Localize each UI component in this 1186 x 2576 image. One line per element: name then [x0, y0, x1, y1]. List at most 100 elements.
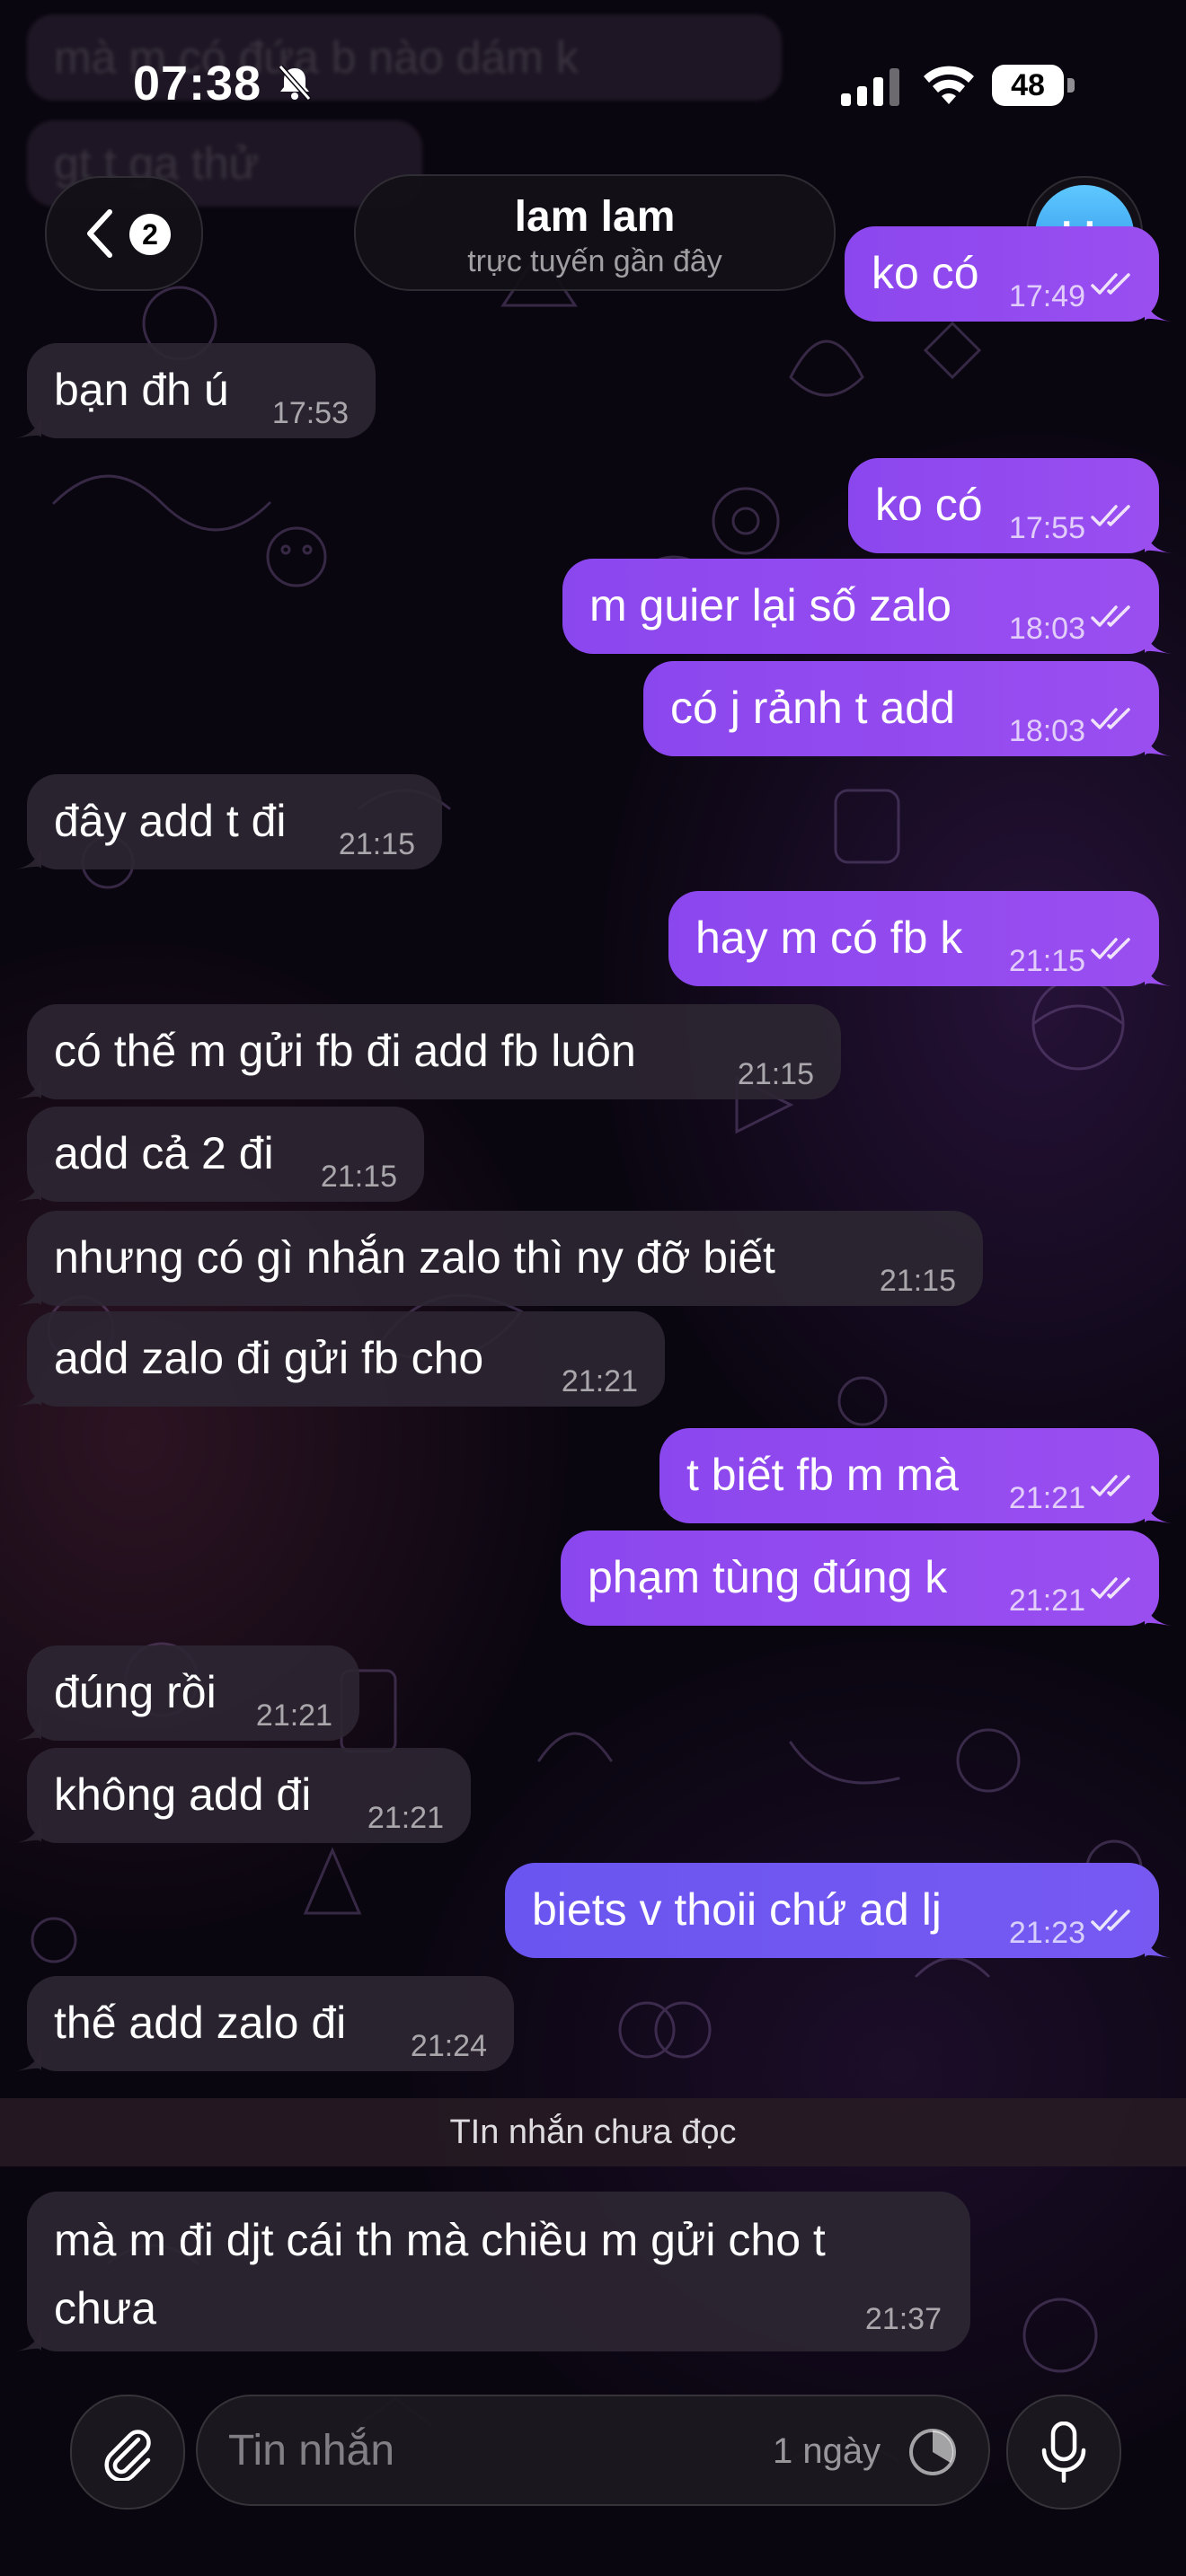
bubble-tail — [1145, 295, 1172, 322]
message-time: 21:15 — [338, 827, 415, 861]
unread-separator: TIn nhắn chưa đọc — [0, 2098, 1186, 2166]
message-text: đúng rồi — [54, 1667, 217, 1717]
double-check-icon — [1091, 1475, 1130, 1496]
battery-tip — [1067, 78, 1075, 93]
double-check-icon — [1091, 708, 1130, 729]
message-text: biets v thoii chứ ad lj — [532, 1884, 942, 1935]
battery-icon: 48 — [992, 65, 1075, 108]
message-bubble-incoming[interactable]: không add đi 21:21 — [14, 1748, 471, 1843]
message-bubble-incoming[interactable]: thế add zalo đi 21:24 — [14, 1976, 514, 2071]
bubble-tail — [1145, 1931, 1172, 1958]
message-bubble-incoming[interactable]: mà m đi djt cái th mà chiều m gửi cho t … — [14, 2192, 970, 2351]
message-time: 21:15 — [737, 1057, 814, 1091]
bubble-tail — [14, 411, 41, 438]
message-bubble-outgoing[interactable]: có j rảnh t add 18:03 — [643, 661, 1172, 756]
microphone-icon — [1041, 2422, 1086, 2483]
double-check-icon — [1091, 938, 1130, 959]
bubble-tail — [1145, 1496, 1172, 1523]
double-check-icon — [1091, 1910, 1130, 1931]
message-time: 21:21 — [255, 1698, 332, 1733]
message-bubble-incoming[interactable]: có thế m gửi fb đi add fb luôn 21:15 — [14, 1004, 841, 1099]
message-input[interactable]: Tin nhắn 1 ngày — [196, 2395, 990, 2506]
message-bubble-incoming[interactable]: đây add t đi 21:15 — [14, 774, 442, 869]
double-check-icon — [1091, 273, 1130, 295]
bubble-tail — [14, 1816, 41, 1843]
double-check-icon — [1091, 505, 1130, 526]
message-time: 17:49 — [1008, 279, 1085, 313]
message-bubble-incoming[interactable]: đúng rồi 21:21 — [14, 1645, 359, 1741]
message-time: 21:15 — [1008, 944, 1085, 978]
back-button[interactable]: 2 — [45, 176, 203, 291]
bubble-tail — [1145, 1599, 1172, 1626]
battery-level: 48 — [992, 65, 1064, 106]
cellular-signal-icon — [841, 68, 899, 106]
message-text: chưa — [54, 2283, 157, 2333]
bubble-tail — [14, 1714, 41, 1741]
message-time: 18:03 — [1008, 714, 1085, 748]
message-bubble-outgoing[interactable]: m guier lại số zalo 18:03 — [562, 559, 1172, 654]
message-text: thế add zalo đi — [54, 1998, 347, 2048]
message-time: 21:15 — [320, 1160, 397, 1194]
bubble-tail — [1145, 959, 1172, 986]
message-text: mà m đi djt cái th mà chiều m gửi cho t — [54, 2215, 826, 2265]
auto-delete-timer-label: 1 ngày — [773, 2431, 881, 2471]
contact-name: lam lam — [514, 193, 676, 241]
message-text: m guier lại số zalo — [589, 580, 951, 631]
unread-chats-badge: 2 — [129, 214, 171, 255]
attach-button[interactable] — [70, 2395, 185, 2510]
message-time: 21:24 — [410, 2029, 487, 2063]
bubble-tail — [1145, 526, 1172, 553]
bubble-tail — [1145, 729, 1172, 756]
message-text: có thế m gửi fb đi add fb luôn — [54, 1026, 636, 1076]
double-check-icon — [1091, 605, 1130, 627]
chat-title[interactable]: lam lam trực tuyến gần đây — [354, 174, 836, 291]
message-time: 17:53 — [271, 396, 349, 430]
chevron-left-icon — [87, 209, 112, 258]
message-bubble-incoming[interactable]: add zalo đi gửi fb cho 21:21 — [14, 1311, 665, 1407]
message-bubble-outgoing[interactable]: ko có 17:55 — [848, 458, 1172, 553]
message-input-placeholder: Tin nhắn — [228, 2427, 395, 2475]
message-bubble-outgoing[interactable]: ko có 17:49 — [845, 226, 1172, 322]
message-text: phạm tùng đúng k — [588, 1552, 948, 1602]
message-text: ko có — [872, 248, 979, 298]
message-text: ko có — [875, 480, 983, 530]
mute-bell-icon — [278, 65, 312, 101]
double-check-icon — [1091, 1577, 1130, 1599]
paperclip-icon — [104, 2430, 151, 2481]
bubble-tail — [14, 2044, 41, 2071]
message-time: 17:55 — [1008, 511, 1085, 545]
contact-status: trực tuyến gần đây — [467, 244, 722, 278]
message-time: 21:37 — [864, 2302, 942, 2336]
message-text: t biết fb m mà — [686, 1450, 959, 1500]
message-time: 18:03 — [1008, 612, 1085, 646]
bubble-tail — [14, 1072, 41, 1099]
message-time: 21:23 — [1008, 1916, 1085, 1950]
bubble-tail — [14, 2325, 41, 2351]
voice-record-button[interactable] — [1006, 2395, 1121, 2510]
message-text: nhưng có gì nhắn zalo thì ny đỡ biết — [54, 1232, 775, 1283]
message-time: 21:21 — [1008, 1584, 1085, 1618]
message-text: đây add t đi — [54, 796, 287, 846]
status-time: 07:38 — [133, 57, 262, 110]
auto-delete-timer-icon[interactable] — [907, 2427, 958, 2477]
bubble-tail — [14, 1175, 41, 1202]
message-text: hay m có fb k — [695, 913, 963, 963]
message-text: add zalo đi gửi fb cho — [54, 1333, 484, 1383]
message-text: không add đi — [54, 1769, 312, 1820]
status-bar: 07:38 48 — [0, 0, 1186, 171]
message-text: bạn đh ú — [54, 365, 229, 415]
message-bubble-outgoing[interactable]: phạm tùng đúng k 21:21 — [561, 1531, 1172, 1626]
message-bubble-incoming[interactable]: bạn đh ú 17:53 — [14, 343, 376, 438]
message-bubble-outgoing[interactable]: t biết fb m mà 21:21 — [659, 1428, 1172, 1523]
message-bubble-incoming[interactable]: nhưng có gì nhắn zalo thì ny đỡ biết 21:1… — [14, 1211, 983, 1306]
bubble-tail — [1145, 627, 1172, 654]
message-bubble-outgoing[interactable]: biets v thoii chứ ad lj 21:23 — [505, 1863, 1172, 1958]
message-bubble-incoming[interactable]: add cả 2 đi 21:15 — [14, 1107, 424, 1202]
bubble-tail — [14, 842, 41, 869]
bubble-tail — [14, 1380, 41, 1407]
message-time: 21:21 — [561, 1364, 638, 1398]
wifi-icon — [924, 66, 974, 104]
bubble-tail — [14, 1279, 41, 1306]
message-bubble-outgoing[interactable]: hay m có fb k 21:15 — [668, 891, 1172, 986]
message-time: 21:21 — [367, 1801, 444, 1835]
